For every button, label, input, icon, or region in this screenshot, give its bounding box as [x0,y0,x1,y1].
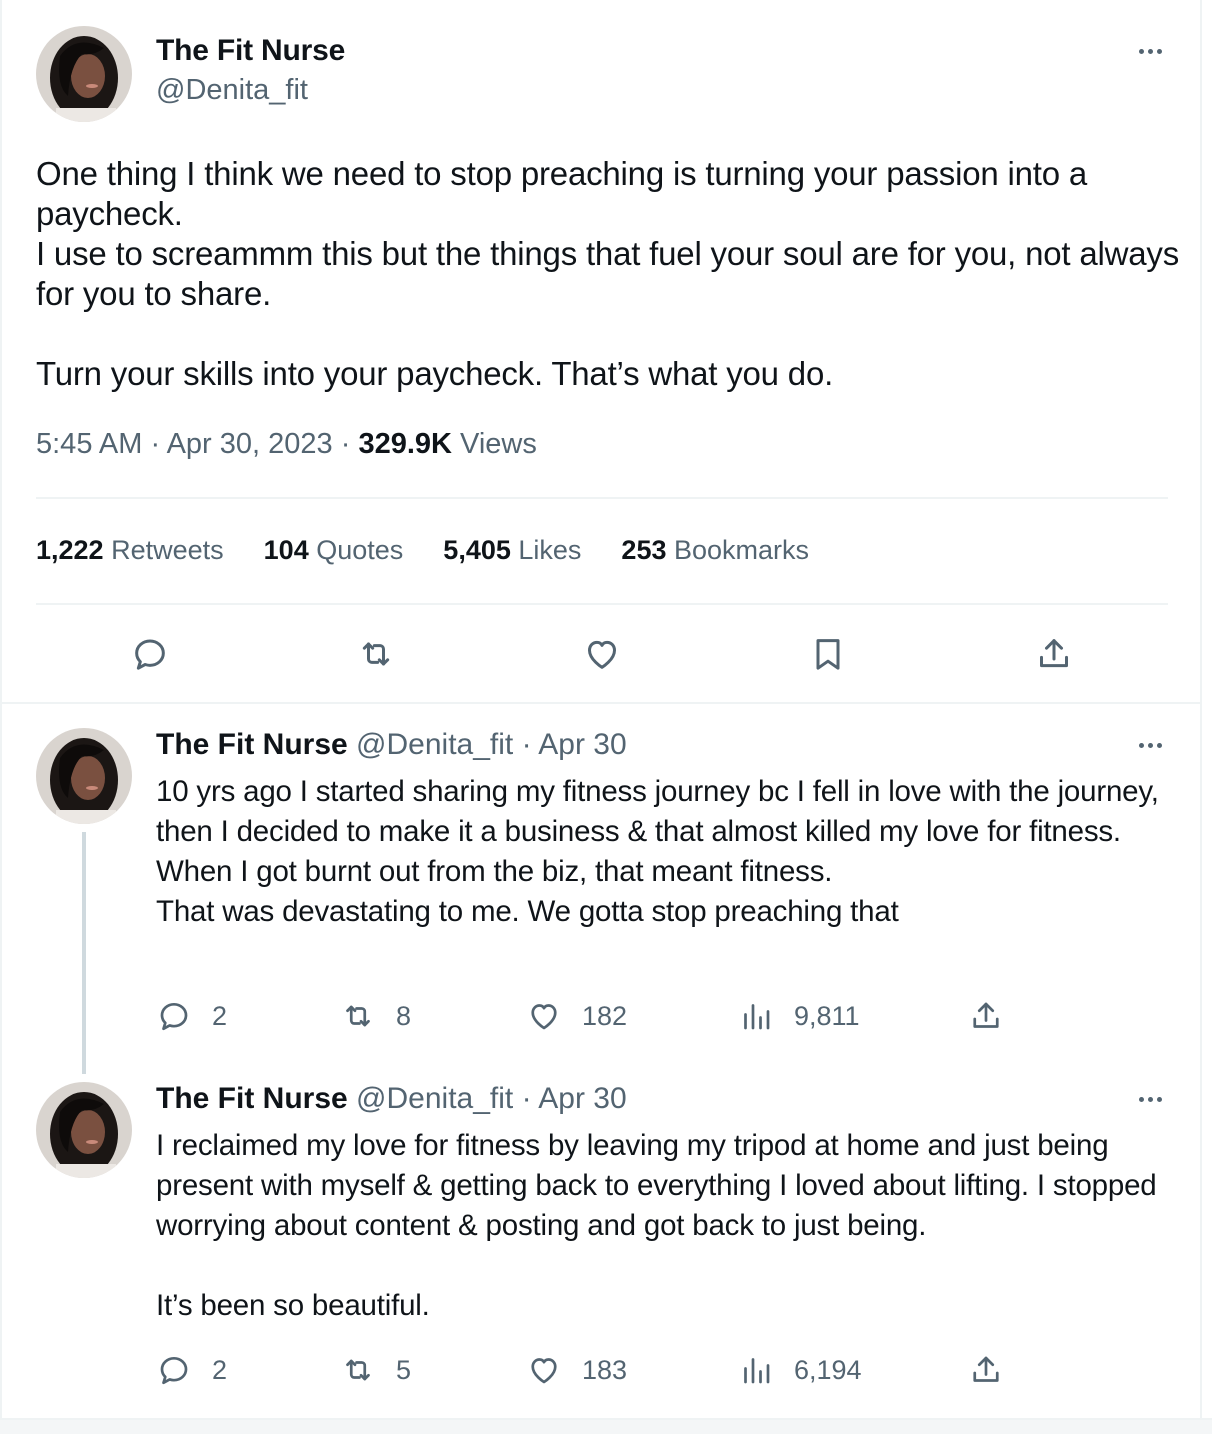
bottom-bar [0,1418,1212,1434]
tweet-time[interactable]: 5:45 AM [36,428,142,460]
avatar[interactable] [36,26,132,122]
retweet-count[interactable]: 8 [340,998,411,1034]
retweet-icon [346,1005,370,1027]
reply-date[interactable]: Apr 30 [538,1082,626,1115]
reply-actions: 2 5 183 6,194 [156,1352,1056,1388]
like-icon [531,1358,557,1384]
reply-actions: 2 8 182 9,811 [156,998,1056,1034]
divider [36,603,1168,605]
tweet-date[interactable]: Apr 30, 2023 [167,428,333,460]
like-count[interactable]: 183 [526,1352,627,1388]
quotes-stat[interactable]: 104 Quotes [264,535,404,566]
avatar[interactable] [36,1082,132,1178]
avatar-photo [36,728,132,824]
reply-text: 10 yrs ago I started sharing my fitness … [156,775,1159,928]
reply-count[interactable]: 2 [156,1352,227,1388]
share-icon[interactable] [968,1352,1024,1388]
tweet-text: One thing I think we need to stop preach… [36,155,1180,392]
engagement-stats: 1,222 Retweets 104 Quotes 5,405 Likes 25… [36,535,849,566]
bookmark-icon[interactable] [806,632,850,676]
views-label: Views [460,428,537,460]
more-options-icon[interactable] [1130,730,1170,760]
tweet-meta: 5:45 AM · Apr 30, 2023 · 329.9K Views [36,428,537,460]
analytics-icon [744,1004,770,1030]
bookmarks-stat[interactable]: 253 Bookmarks [621,535,809,566]
like-count[interactable]: 182 [526,998,627,1034]
views-count[interactable]: 9,811 [738,998,860,1034]
retweet-icon[interactable] [354,632,398,676]
views-count[interactable]: 6,194 [738,1352,862,1388]
like-icon [531,1004,557,1030]
author-handle[interactable]: @Denita_fit [356,1082,513,1115]
retweet-count[interactable]: 5 [340,1352,411,1388]
more-options-icon[interactable] [1130,1084,1170,1114]
avatar[interactable] [36,728,132,824]
retweets-stat[interactable]: 1,222 Retweets [36,535,224,566]
reply-text: I reclaimed my love for fitness by leavi… [156,1129,1157,1322]
share-icon[interactable] [1032,632,1076,676]
avatar-photo [36,26,132,122]
divider [36,497,1168,499]
retweet-icon [346,1359,370,1381]
more-options-icon[interactable] [1130,36,1170,66]
share-icon[interactable] [968,998,1024,1034]
author-name[interactable]: The Fit Nurse [156,728,348,761]
views-count: 329.9K [358,428,452,460]
reply-icon [160,1002,188,1031]
reply-count[interactable]: 2 [156,998,227,1034]
avatar-photo [36,1082,132,1178]
reply-icon[interactable] [128,632,172,676]
separator-dot: · [521,728,532,761]
like-icon[interactable] [580,632,624,676]
likes-stat[interactable]: 5,405 Likes [443,535,581,566]
reply-date[interactable]: Apr 30 [538,728,626,761]
author-handle[interactable]: @Denita_fit [356,728,513,761]
tweet-actions [0,632,1202,676]
main-tweet: The Fit Nurse @Denita_fit One thing I th… [0,0,1202,704]
author-handle[interactable]: @Denita_fit [156,74,308,107]
separator-dot: · [521,1082,532,1115]
author-name[interactable]: The Fit Nurse [156,34,345,68]
reply-header: The Fit Nurse @Denita_fit · Apr 30 [156,728,627,762]
analytics-icon [744,1358,770,1384]
reply-header: The Fit Nurse @Denita_fit · Apr 30 [156,1082,627,1116]
reply-tweet[interactable]: The Fit Nurse @Denita_fit · Apr 30 10 yr… [0,728,1202,1058]
author-name[interactable]: The Fit Nurse [156,1082,348,1115]
reply-icon [160,1356,188,1385]
reply-tweet[interactable]: The Fit Nurse @Denita_fit · Apr 30 I rec… [0,1082,1202,1412]
